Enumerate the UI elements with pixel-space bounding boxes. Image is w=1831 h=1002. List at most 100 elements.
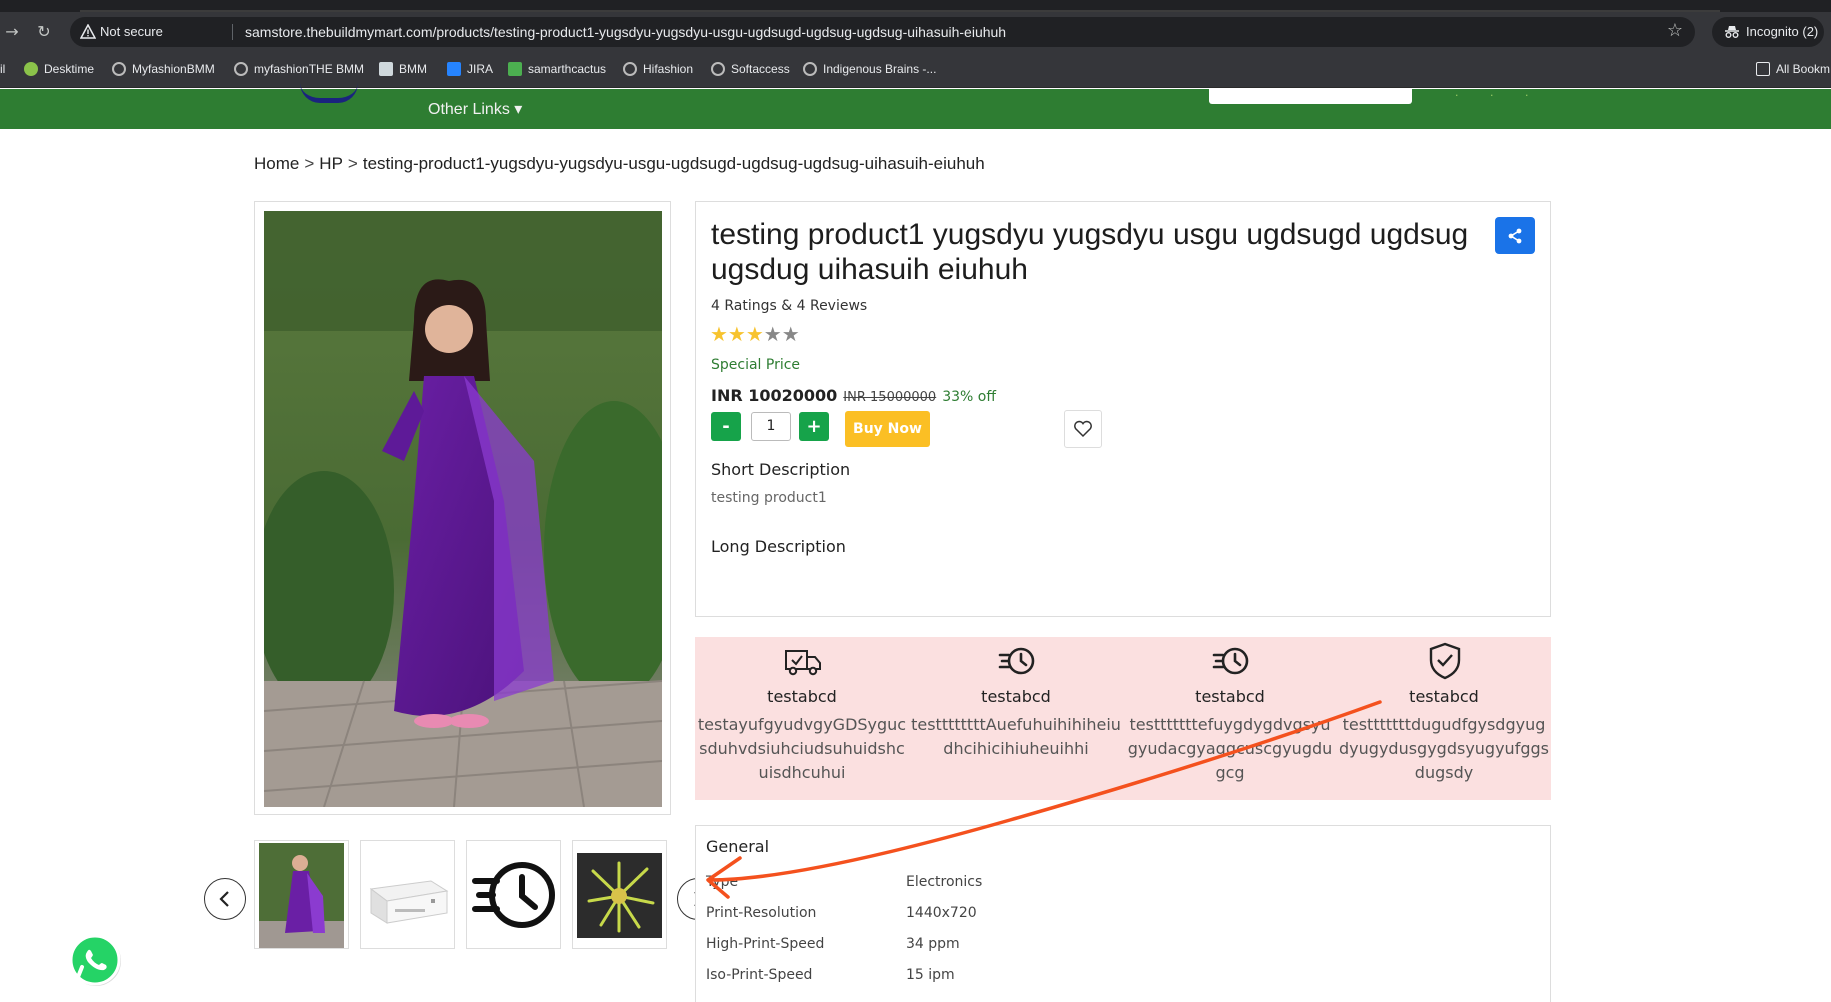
spec-key: Print-Resolution <box>706 905 817 921</box>
feature-item: testabcd testtttttttAuefuhuihihiheiudhci… <box>909 637 1123 800</box>
quantity-input[interactable]: 1 <box>751 412 791 441</box>
thumbnail[interactable] <box>572 840 667 949</box>
thumbnail[interactable] <box>254 840 349 949</box>
short-description-text: testing product1 <box>711 490 827 506</box>
feature-text: testttttttefuygdygdvgsyugyudacgyaggcuscg… <box>1127 715 1333 782</box>
thumbs-prev-button[interactable] <box>204 878 246 920</box>
reload-icon[interactable]: ↻ <box>32 20 56 44</box>
breadcrumb-home[interactable]: Home <box>254 154 299 173</box>
bookmark-label: JIRA <box>467 62 494 76</box>
feature-title: testabcd <box>1195 687 1265 706</box>
breadcrumb-category[interactable]: HP <box>319 154 343 173</box>
bookmark-item[interactable]: MyfashionBMM <box>112 62 215 76</box>
main-product-image[interactable] <box>264 211 662 807</box>
bookmark-label: Indigenous Brains -... <box>823 62 937 76</box>
product-info-card: testing product1 yugsdyu yugsdyu usgu ug… <box>695 201 1551 617</box>
buy-now-button[interactable]: Buy Now <box>845 411 930 447</box>
site-logo[interactable] <box>300 83 358 103</box>
shield-check-icon <box>1429 642 1461 680</box>
url-text[interactable]: samstore.thebuildmymart.com/products/tes… <box>245 24 1006 40</box>
incognito-button[interactable]: Incognito (2) <box>1712 17 1824 47</box>
breadcrumb-current: testing-product1-yugsdyu-yugsdyu-usgu-ug… <box>362 154 985 173</box>
header-search-input[interactable] <box>1209 89 1412 104</box>
star-filled-icon: ★★★ <box>710 322 764 346</box>
bookmark-label: All Bookm <box>1776 62 1831 76</box>
jira-icon <box>447 62 461 76</box>
all-bookmarks[interactable]: All Bookm <box>1756 62 1830 76</box>
mrp-price: INR 15000000 <box>843 390 937 405</box>
thumbnail[interactable] <box>360 840 455 949</box>
not-secure-label[interactable]: Not secure <box>100 24 163 39</box>
browser-toolbar: → ↻ Not secure samstore.thebuildmymart.c… <box>0 12 1831 52</box>
spec-value: 34 ppm <box>906 936 960 952</box>
incognito-icon <box>1725 26 1739 38</box>
spec-group-title: General <box>706 837 770 856</box>
bookmark-item[interactable]: Indigenous Brains -... <box>803 62 936 76</box>
bookmark-item[interactable]: Desktime <box>24 62 94 76</box>
bookmark-item[interactable]: BMM <box>379 62 427 76</box>
breadcrumb-separator: > <box>304 154 315 173</box>
samarthcactus-icon <box>508 62 522 76</box>
price-row: INR 10020000 INR 15000000 33% off <box>711 386 996 405</box>
wishlist-button[interactable] <box>1064 410 1102 448</box>
star-empty-icon: ★★ <box>763 322 800 346</box>
product-photo <box>264 211 662 807</box>
bookmark-item[interactable]: JIRA <box>447 62 493 76</box>
breadcrumb: Home > HP > testing-product1-yugsdyu-yugsdyu… <box>254 154 985 174</box>
features-strip: testabcd testayufgyudvgyGDSygucsduhvdsiu… <box>695 637 1551 800</box>
feature-item: testabcd testttttttdugudfgysdgyugdyugydu… <box>1337 637 1551 800</box>
chevron-left-icon <box>219 891 229 907</box>
feature-title: testabcd <box>767 687 837 706</box>
spec-key: Type <box>706 874 739 890</box>
globe-icon <box>711 62 725 76</box>
product-title: testing product1 yugsdyu yugsdyu usgu ug… <box>711 218 1469 286</box>
address-bar[interactable]: Not secure samstore.thebuildmymart.com/p… <box>70 17 1695 47</box>
breadcrumb-separator: > <box>347 154 358 173</box>
globe-icon <box>623 62 637 76</box>
address-divider <box>232 24 233 40</box>
printer-icon <box>369 880 449 924</box>
header-icons[interactable]: · · · <box>1455 89 1542 102</box>
long-description-heading: Long Description <box>711 537 846 556</box>
special-price-label: Special Price <box>711 357 801 373</box>
feature-item: testabcd testttttttefuygdygdvgsyugyudacg… <box>1123 637 1337 800</box>
spec-value: Electronics <box>906 874 983 890</box>
whatsapp-icon[interactable] <box>68 933 122 987</box>
site-header: Other Links ▾ · · · <box>0 89 1831 129</box>
thumbnail[interactable] <box>466 840 561 949</box>
bmm-icon <box>379 62 393 76</box>
qty-decrease-button[interactable]: - <box>711 412 741 441</box>
heart-icon <box>1074 420 1092 438</box>
spec-value: 1440x720 <box>906 905 977 921</box>
bookmark-label: Softaccess <box>731 62 790 76</box>
globe-icon <box>803 62 817 76</box>
ratings-summary[interactable]: 4 Ratings & 4 Reviews <box>711 298 867 314</box>
desktime-icon <box>24 62 38 76</box>
bookmark-item[interactable]: samarthcactus <box>508 62 606 76</box>
discount-badge: 33% off <box>942 389 996 405</box>
globe-icon <box>112 62 126 76</box>
share-button[interactable] <box>1495 217 1535 254</box>
feature-text: testayufgyudvgyGDSygucsduhvdsiuhciudsuhu… <box>697 715 907 782</box>
feature-title: testabcd <box>981 687 1051 706</box>
specifications-table: General Type Electronics Print-Resolutio… <box>695 825 1551 1002</box>
feature-text: testttttttdugudfgysdgyugdyugydusgygdsyug… <box>1339 715 1549 782</box>
spec-value: 15 ipm <box>906 967 955 983</box>
bookmark-item[interactable]: Hifashion <box>623 62 693 76</box>
forward-icon[interactable]: → <box>0 20 24 44</box>
fast-clock-icon <box>998 647 1035 675</box>
feature-title: testabcd <box>1409 687 1479 706</box>
bookmark-item[interactable]: il <box>0 62 5 76</box>
other-links-menu[interactable]: Other Links ▾ <box>428 99 522 119</box>
bookmarks-bar: il Desktime MyfashionBMM myfashionTHE BM… <box>0 52 1831 88</box>
bookmark-label: Desktime <box>44 62 95 76</box>
qty-increase-button[interactable]: + <box>799 412 829 441</box>
main-product-image-frame <box>254 201 671 815</box>
bookmark-item[interactable]: myfashionTHE BMM <box>234 62 364 76</box>
cactus-plant-image <box>577 853 662 938</box>
thumbnail-dress-image <box>259 843 344 948</box>
bookmark-star-icon[interactable]: ☆ <box>1667 20 1683 41</box>
feature-text: testtttttttAuefuhuihihiheiudhcihicihiuhe… <box>911 715 1121 758</box>
bookmark-item[interactable]: Softaccess <box>711 62 790 76</box>
selling-price: INR 10020000 <box>711 386 838 405</box>
